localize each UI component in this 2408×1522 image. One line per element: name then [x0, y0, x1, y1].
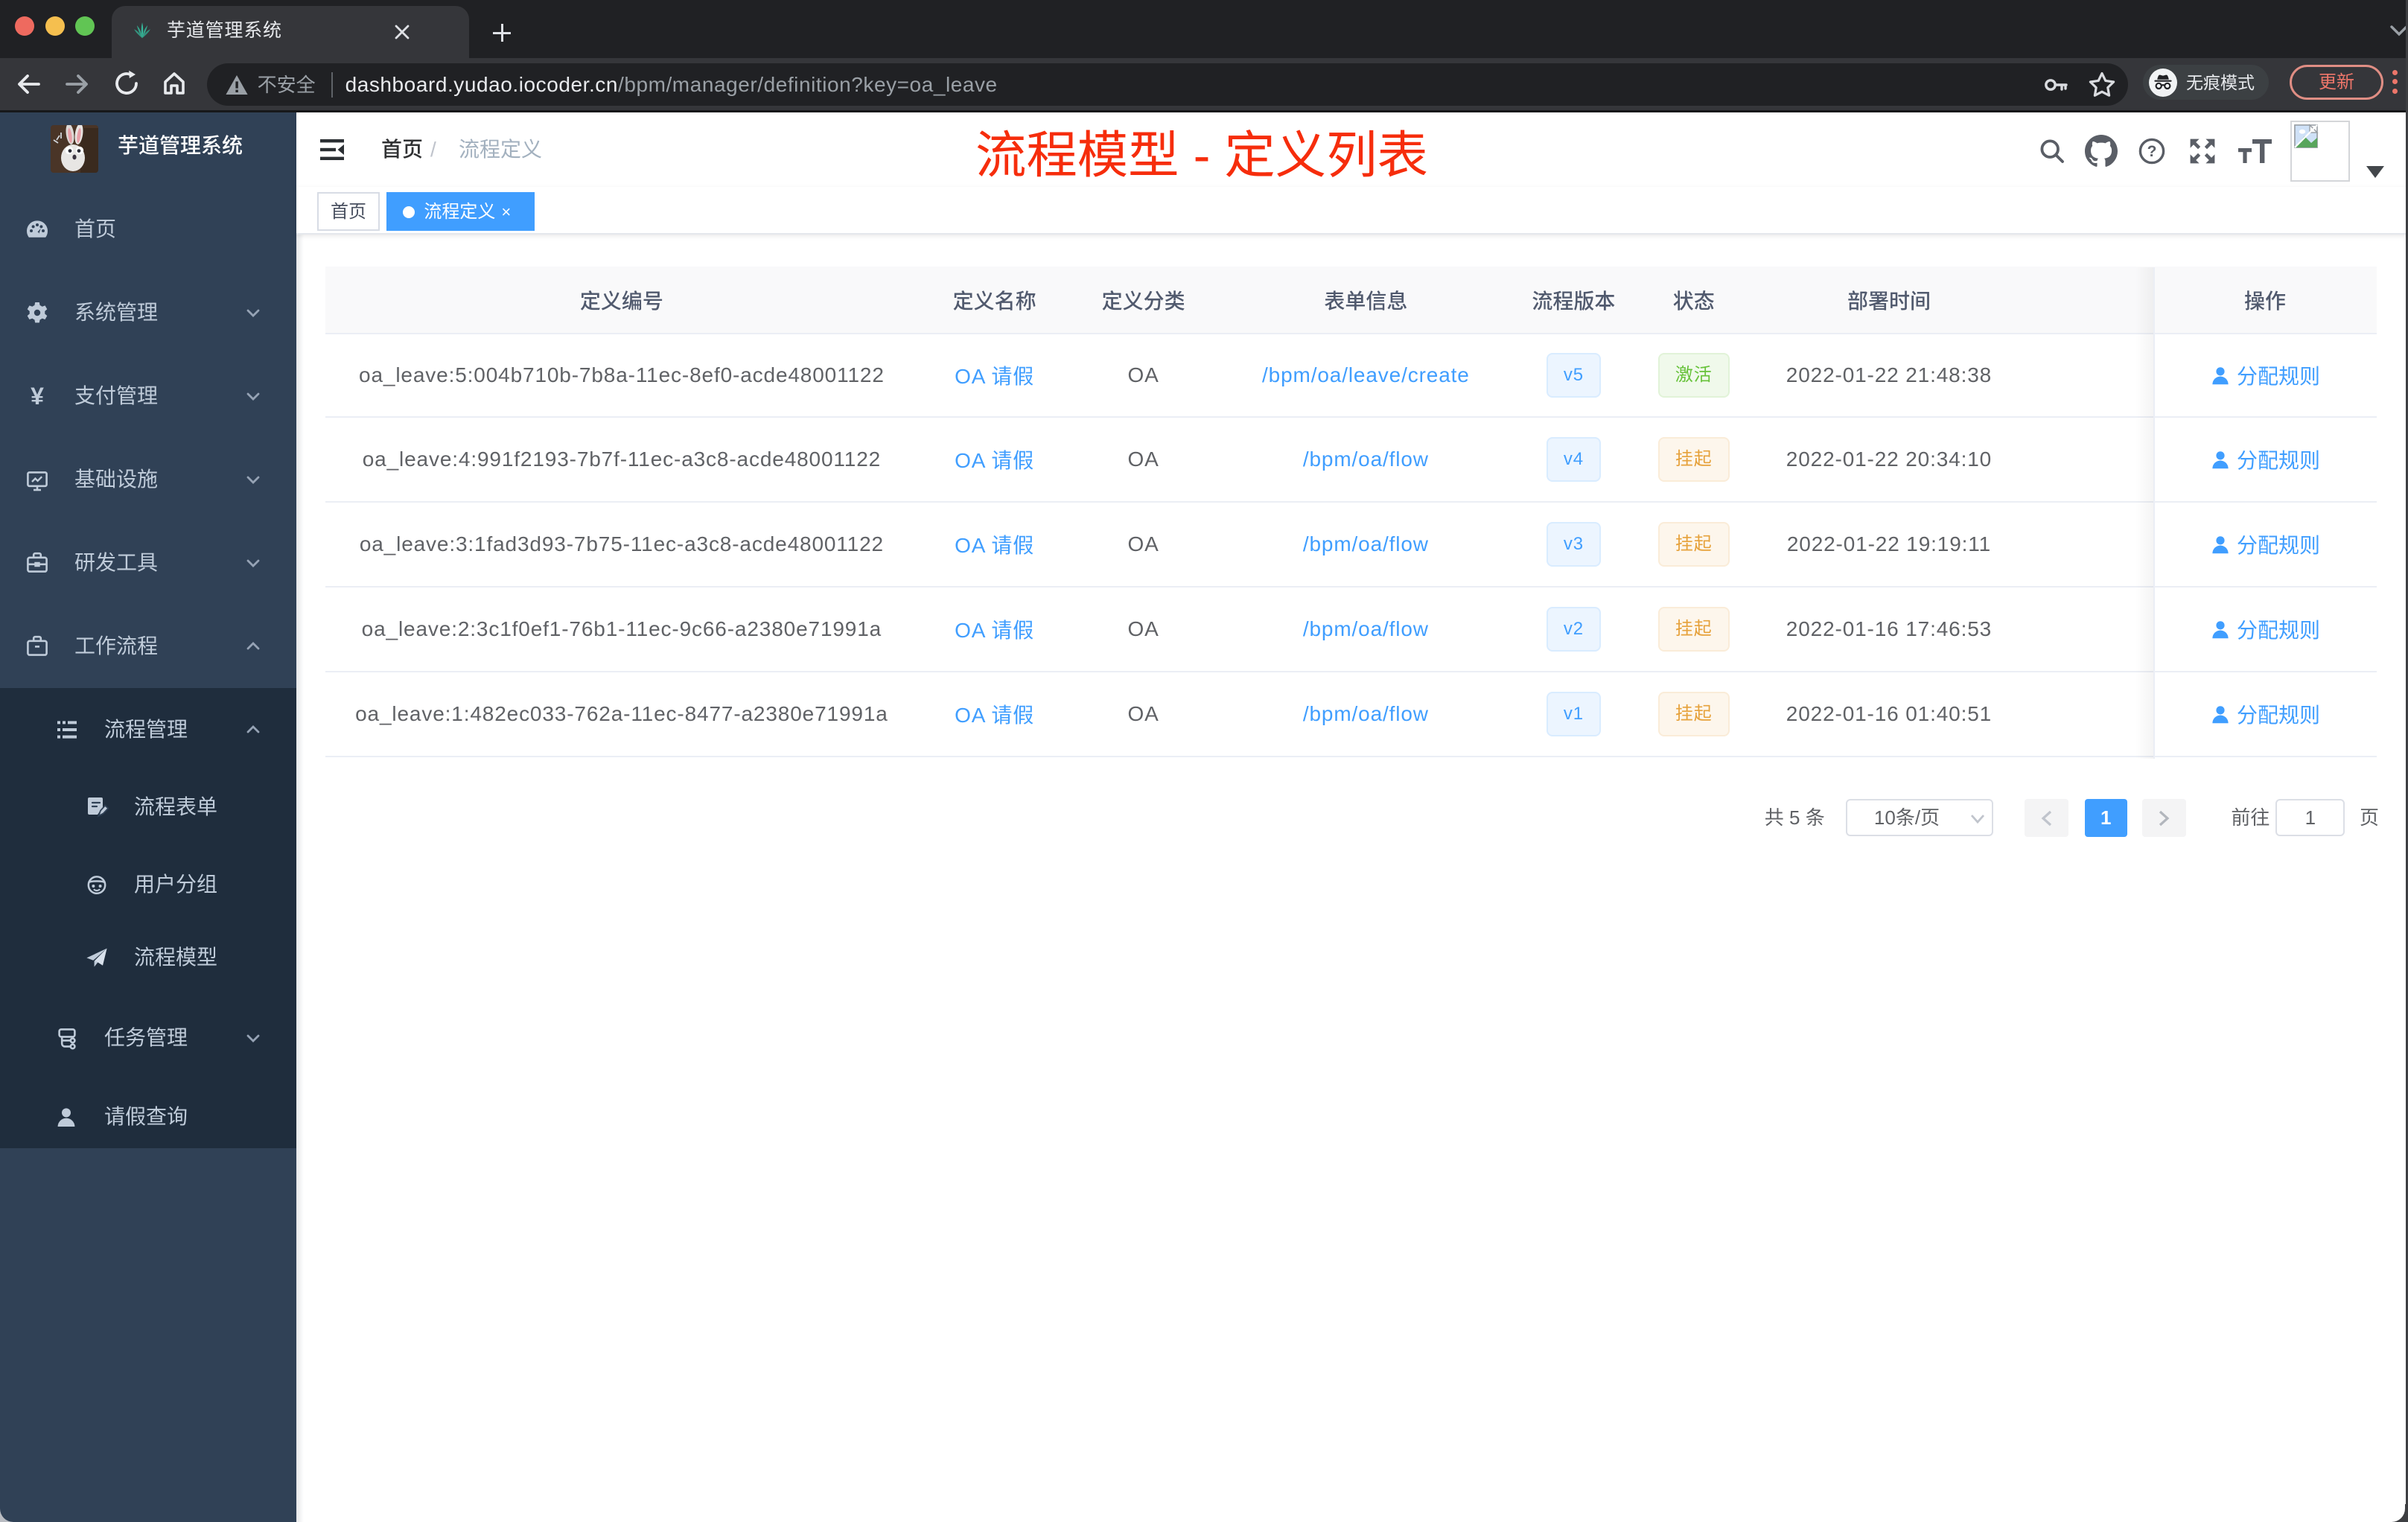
svg-text:?: ? [2147, 143, 2157, 160]
